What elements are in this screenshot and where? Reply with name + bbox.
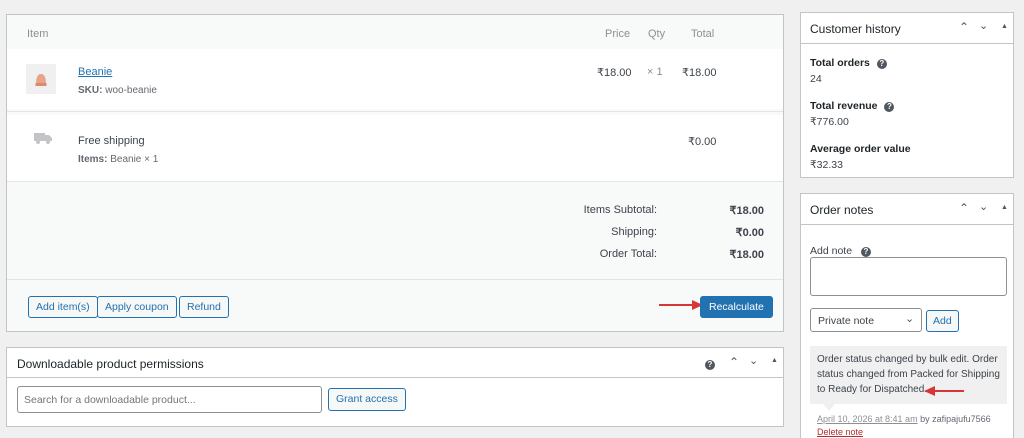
- product-sku: SKU: woo-beanie: [78, 85, 157, 96]
- subtotal-label: Items Subtotal:: [583, 204, 657, 216]
- table-row-product: Beanie SKU: woo-beanie ₹18.00 × 1 ₹18.00: [7, 49, 783, 109]
- customer-history-panel: Customer history ⌃ ⌄ ▲ Total orders ? 24…: [800, 12, 1014, 178]
- note-type-selected: Private note: [818, 315, 875, 327]
- note-content: Order status changed by bulk edit. Order…: [817, 354, 1000, 395]
- header-total: Total: [691, 28, 715, 40]
- note-author: by zafipajufu7566: [920, 414, 991, 424]
- chevron-down-icon[interactable]: ⌄: [749, 354, 758, 367]
- order-notes-divider: [801, 224, 1013, 225]
- downloadable-header-divider: [7, 377, 783, 378]
- shipping-items: Items: Beanie × 1: [78, 154, 158, 165]
- order-notes-title: Order notes: [810, 203, 874, 217]
- total-orders-value: 24: [810, 73, 822, 85]
- order-items-panel: Item Price Qty Total Beanie SKU: woo-bea…: [6, 14, 784, 332]
- aov-label: Average order value: [810, 143, 911, 155]
- total-revenue-value: ₹776.00: [810, 116, 849, 128]
- collapse-triangle-icon[interactable]: ▲: [1001, 204, 1008, 211]
- total-revenue-label: Total revenue ?: [810, 100, 895, 112]
- truck-icon: [34, 133, 52, 144]
- add-items-button[interactable]: Add item(s): [28, 296, 98, 318]
- chevron-down-icon[interactable]: ⌄: [979, 200, 988, 213]
- arrow-annotation: [659, 300, 703, 310]
- downloadable-search-input[interactable]: [17, 386, 322, 413]
- aov-value: ₹32.33: [810, 159, 843, 171]
- chevron-down-icon: ⌄: [905, 313, 915, 325]
- refund-button[interactable]: Refund: [179, 296, 229, 318]
- total-orders-label-text: Total orders: [810, 57, 870, 69]
- note-meta: April 10, 2026 at 8:41 am by zafipajufu7…: [817, 414, 991, 424]
- product-total: ₹18.00: [682, 67, 717, 79]
- sku-label: SKU:: [78, 85, 103, 96]
- chevron-up-icon[interactable]: ⌃: [729, 355, 739, 369]
- product-name-link[interactable]: Beanie: [78, 66, 112, 78]
- delete-note-link[interactable]: Delete note: [817, 427, 863, 437]
- totals-divider: [7, 181, 783, 182]
- add-note-button[interactable]: Add: [926, 310, 959, 332]
- help-icon: ?: [705, 360, 715, 370]
- shipping-total-label: Shipping:: [611, 226, 657, 238]
- subtotal-value: ₹18.00: [729, 205, 764, 217]
- help-icon: ?: [860, 247, 871, 257]
- arrow-annotation: [924, 386, 964, 396]
- table-row-shipping: Free shipping Items: Beanie × 1 ₹0.00: [7, 115, 783, 181]
- order-total-value: ₹18.00: [729, 249, 764, 261]
- chevron-down-icon[interactable]: ⌄: [979, 19, 988, 32]
- product-price: ₹18.00: [597, 67, 632, 79]
- downloadable-title: Downloadable product permissions: [17, 357, 204, 371]
- note-bubble: Order status changed by bulk edit. Order…: [810, 346, 1007, 404]
- recalculate-button[interactable]: Recalculate: [700, 296, 773, 318]
- add-note-label: Add note ?: [810, 245, 871, 257]
- add-note-label-text: Add note: [810, 245, 853, 257]
- note-date-link[interactable]: April 10, 2026 at 8:41 am: [817, 414, 918, 424]
- header-qty: Qty: [648, 28, 666, 40]
- collapse-triangle-icon[interactable]: ▲: [1001, 23, 1008, 30]
- chevron-up-icon[interactable]: ⌃: [959, 201, 969, 215]
- add-note-textarea[interactable]: [810, 257, 1007, 296]
- actions-divider: [7, 279, 783, 280]
- shipping-items-label: Items:: [78, 154, 108, 165]
- row-divider: [7, 111, 783, 112]
- shipping-items-value: Beanie × 1: [110, 154, 159, 165]
- header-price: Price: [605, 28, 631, 40]
- shipping-method-name: Free shipping: [78, 135, 145, 147]
- total-revenue-label-text: Total revenue: [810, 100, 878, 112]
- note-type-select[interactable]: Private note ⌄: [810, 308, 922, 332]
- customer-history-title: Customer history: [810, 22, 901, 36]
- order-notes-panel: Order notes ⌃ ⌄ ▲ Add note ? Private not…: [800, 193, 1014, 438]
- shipping-total: ₹0.00: [688, 136, 717, 148]
- customer-history-divider: [801, 43, 1013, 44]
- beanie-icon: [35, 74, 47, 86]
- chevron-up-icon[interactable]: ⌃: [959, 20, 969, 34]
- shipping-total-value: ₹0.00: [735, 227, 764, 239]
- product-qty: × 1: [647, 66, 663, 78]
- order-total-label: Order Total:: [599, 248, 657, 260]
- header-item: Item: [27, 28, 49, 40]
- product-thumbnail: [26, 64, 56, 94]
- note-bubble-tail: [823, 404, 835, 411]
- total-orders-label: Total orders ?: [810, 57, 887, 69]
- help-icon: ?: [876, 59, 887, 69]
- grant-access-button[interactable]: Grant access: [328, 388, 406, 411]
- downloadable-permissions-panel: Downloadable product permissions ? ⌃ ⌄ ▲…: [6, 347, 784, 427]
- collapse-triangle-icon[interactable]: ▲: [771, 357, 778, 364]
- sku-value: woo-beanie: [105, 85, 157, 96]
- apply-coupon-button[interactable]: Apply coupon: [97, 296, 177, 318]
- help-icon: ?: [884, 102, 895, 112]
